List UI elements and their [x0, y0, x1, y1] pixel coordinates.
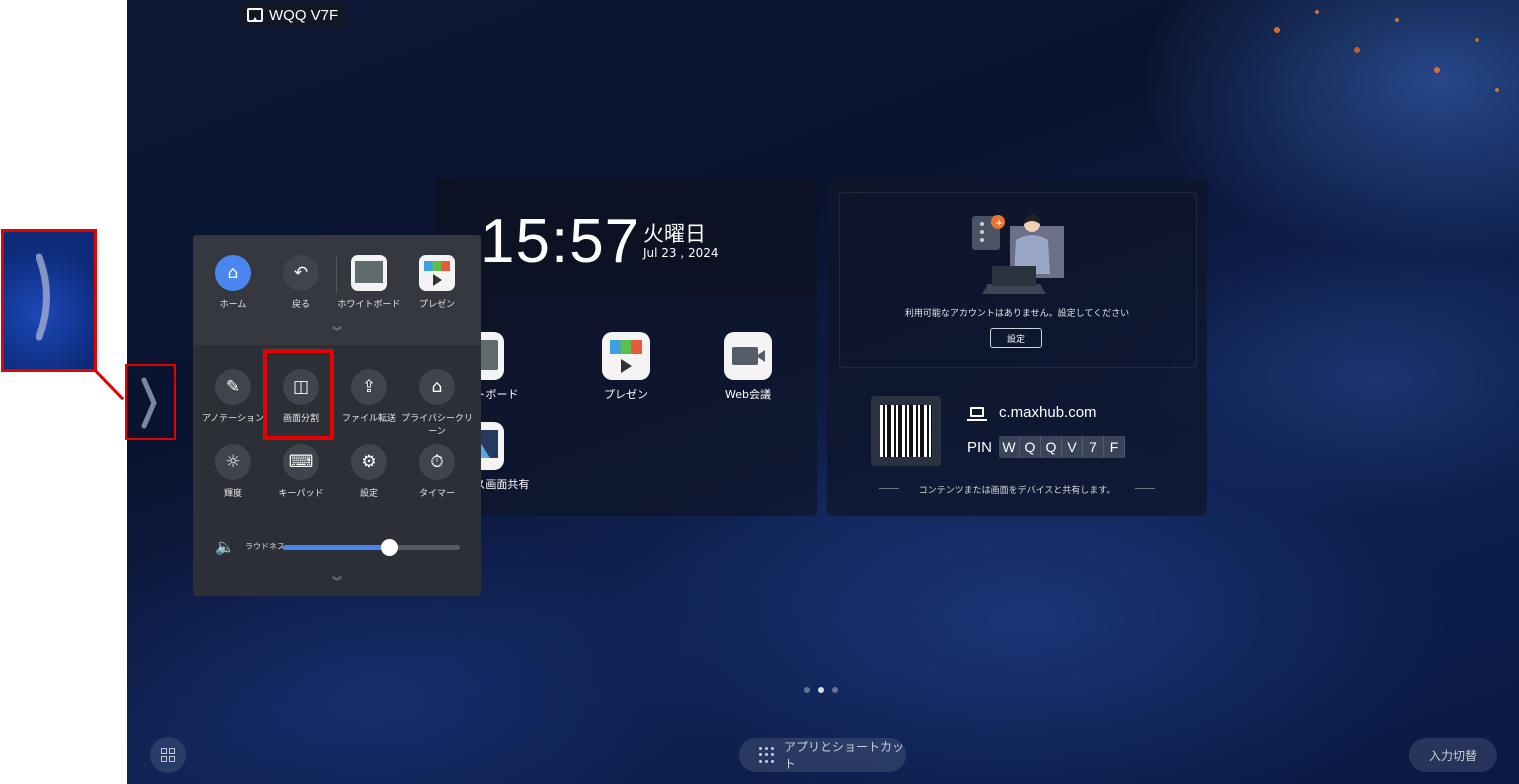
pin-char: Q [1020, 436, 1041, 458]
presentation-icon [419, 255, 455, 291]
quick-presentation-button[interactable]: プレゼン [403, 255, 471, 310]
side-panel-handle-icon[interactable] [128, 368, 172, 438]
clock-weekday: 火曜日 [643, 222, 706, 246]
quick-item-label: プレゼン [418, 300, 455, 310]
pin-label: PIN [967, 439, 993, 456]
brightness-icon: ☼ [215, 444, 251, 480]
input-switch-button[interactable]: 入力切替 [1409, 738, 1497, 772]
pin-char: Q [1041, 436, 1062, 458]
whiteboard-icon [351, 255, 387, 291]
apps-shortcuts-button[interactable]: アプリとショートカット [739, 738, 906, 772]
page-indicator [804, 687, 838, 693]
file-transfer-icon: ⇪ [351, 369, 387, 405]
callout-connector [92, 368, 125, 401]
home-icon: ⌂ [215, 255, 251, 291]
quick-whiteboard-button[interactable]: ホワイトボード [335, 255, 403, 310]
tool-keypad[interactable]: ⌨ キーパッド [267, 444, 335, 499]
clock-time: 15:57 [480, 207, 641, 276]
quick-panel: ⌂ ホーム ↶ 戻る ホワイトボード プレゼン ︾ ✎ アノテーション ◫ 画面… [193, 235, 481, 596]
quick-item-label: ホーム [219, 300, 247, 310]
tool-label: 輝度 [223, 489, 242, 499]
collapse-bottom-chevron-icon[interactable]: ︾ [193, 573, 481, 588]
presentation-icon [602, 332, 650, 380]
pin-code: W Q Q V 7 F [999, 436, 1125, 458]
tool-annotation[interactable]: ✎ アノテーション [199, 369, 267, 424]
volume-slider-knob[interactable] [381, 539, 399, 556]
tool-label: 設定 [359, 489, 378, 499]
account-message: 利用可能なアカウントはありません。設定してください [904, 309, 1130, 319]
tool-label: キーパッド [278, 489, 324, 499]
device-name-tag: WQQ V7F [239, 2, 347, 28]
app-label: Web会議 [725, 388, 771, 401]
back-icon: ↶ [283, 255, 319, 291]
tool-timer[interactable]: ⏱ タイマー [403, 444, 471, 499]
clock-apps-panel: 15:57 火曜日 Jul 23 , 2024 ホワイトボード プレゼン Web… [431, 178, 817, 516]
clock-widget: 15:57 火曜日 Jul 23 , 2024 [435, 178, 817, 296]
share-hint: コンテンツまたは画面をデバイスと共有します。 [827, 483, 1207, 496]
laptop-icon [970, 407, 984, 417]
timer-icon: ⏱ [419, 444, 455, 480]
privacy-clean-icon: ⌂ [419, 369, 455, 405]
pin-char: F [1104, 436, 1125, 458]
zoom-callout [1, 229, 97, 372]
tool-file-transfer[interactable]: ⇪ ファイル転送 [335, 369, 403, 424]
settings-icon: ⚙ [351, 444, 387, 480]
tool-brightness[interactable]: ☼ 輝度 [199, 444, 267, 499]
volume-slider[interactable] [283, 539, 460, 556]
tool-label: アノテーション [201, 414, 264, 424]
tool-privacy-clean[interactable]: ⌂ プライバシークリーン [399, 369, 475, 437]
page-dot-active[interactable] [818, 687, 824, 693]
pin-char: V [1062, 436, 1083, 458]
apps-shortcuts-label: アプリとショートカット [784, 740, 905, 771]
account-illustration-icon: + [972, 214, 1064, 294]
split-screen-highlight [263, 349, 334, 440]
pen-icon: ✎ [215, 369, 251, 405]
svg-text:+: + [995, 218, 1003, 229]
pin-char: W [999, 436, 1020, 458]
page-dot[interactable] [832, 687, 838, 693]
grid-icon [161, 748, 175, 762]
tool-label: プライバシークリーン [401, 414, 473, 437]
app-web-meeting[interactable]: Web会議 [693, 332, 803, 402]
tool-settings[interactable]: ⚙ 設定 [335, 444, 403, 499]
account-connect-panel: + 利用可能なアカウントはありません。設定してください 設定 c.maxhub.… [827, 178, 1207, 516]
account-settings-button[interactable]: 設定 [990, 328, 1042, 348]
video-camera-icon [724, 332, 772, 380]
apps-grid-icon [759, 747, 774, 763]
page-dot[interactable] [804, 687, 810, 693]
quick-item-label: ホワイトボード [337, 300, 401, 310]
clock-date: Jul 23 , 2024 [643, 246, 719, 260]
widgets-button[interactable] [150, 737, 186, 773]
tool-label: タイマー [418, 489, 455, 499]
speaker-icon[interactable]: 🔈 [215, 537, 235, 556]
app-label: プレゼン [604, 388, 648, 401]
wallpaper-decoration [1257, 0, 1517, 120]
tool-label: ファイル転送 [341, 414, 396, 424]
connect-url: c.maxhub.com [999, 404, 1097, 421]
device-name: WQQ V7F [269, 6, 339, 24]
quick-back-button[interactable]: ↶ 戻る [267, 255, 335, 310]
pin-char: 7 [1083, 436, 1104, 458]
keyboard-icon: ⌨ [283, 444, 319, 480]
quick-item-label: 戻る [291, 300, 310, 310]
collapse-top-chevron-icon[interactable]: ︾ [193, 323, 481, 338]
chevron-right-icon [36, 253, 50, 341]
quick-home-button[interactable]: ⌂ ホーム [199, 255, 267, 310]
qr-code [871, 396, 941, 466]
cast-icon [247, 8, 263, 22]
app-presentation[interactable]: プレゼン [571, 332, 681, 402]
volume-slider-fill [283, 545, 390, 550]
volume-label: ラウドネス [245, 542, 285, 551]
